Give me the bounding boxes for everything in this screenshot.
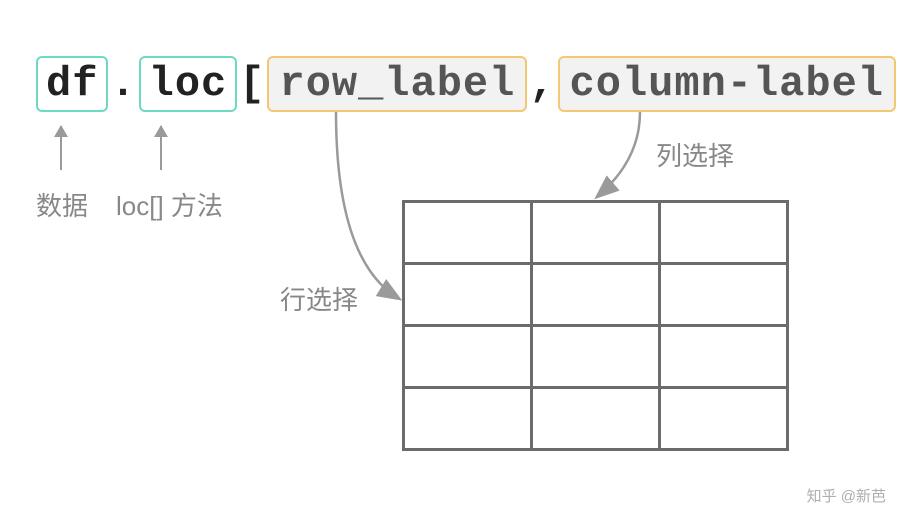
token-loc: loc — [139, 56, 238, 112]
table-row — [404, 264, 788, 326]
token-dot: . — [108, 60, 138, 108]
arrow-df-icon — [60, 126, 62, 170]
label-column-select: 列选择 — [656, 136, 734, 173]
token-row-label: row_label — [267, 56, 527, 112]
token-open-bracket: [ — [237, 60, 267, 108]
table-row — [404, 326, 788, 388]
watermark: 知乎 @新芭 — [807, 485, 886, 506]
token-comma: , — [527, 60, 557, 108]
label-data: 数据 — [36, 186, 88, 223]
token-close-bracket: ] — [896, 60, 900, 108]
token-column-label: column-label — [558, 56, 896, 112]
arrow-loc-icon — [160, 126, 162, 170]
table-row — [404, 388, 788, 450]
label-loc-method: loc[] 方法 — [116, 186, 223, 223]
table-row — [404, 202, 788, 264]
label-row-select: 行选择 — [280, 280, 358, 317]
code-expression: df.loc[row_label,column-label] — [36, 56, 900, 112]
data-table — [402, 200, 789, 451]
token-df: df — [36, 56, 108, 112]
